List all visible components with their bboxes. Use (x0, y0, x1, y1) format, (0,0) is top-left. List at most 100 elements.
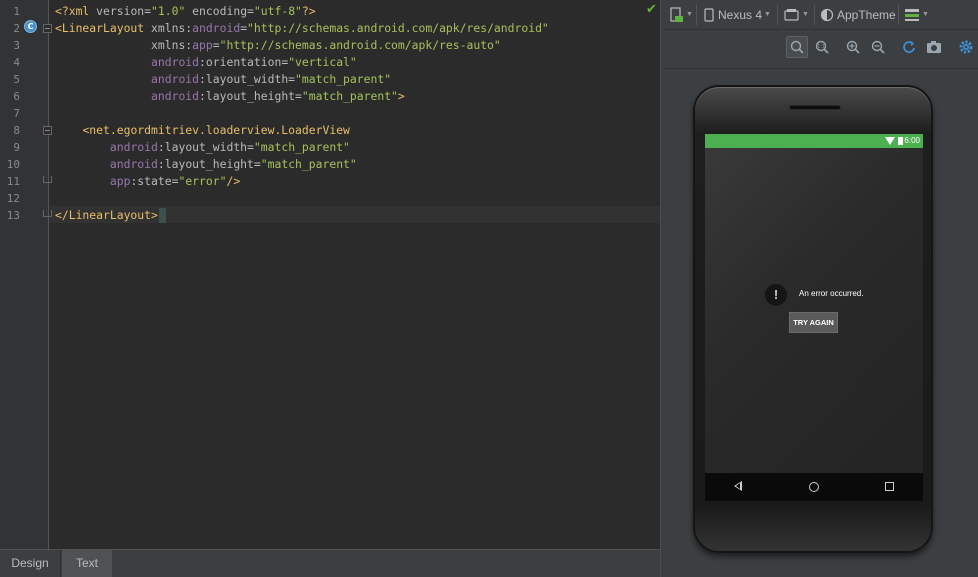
code-text[interactable]: android:layout_width="match_parent" (55, 71, 391, 88)
toolbar-separator (696, 5, 697, 25)
code-text[interactable]: app:state="error"/> (55, 173, 240, 190)
code-token: "utf-8" (253, 4, 302, 18)
code-token: :orientation= (199, 55, 289, 69)
try-again-button[interactable]: TRY AGAIN (789, 312, 838, 333)
code-token: ?> (301, 4, 316, 18)
code-token: "1.0" (151, 4, 186, 18)
code-text[interactable]: <LinearLayout xmlns:android="http://sche… (55, 20, 549, 37)
refresh-icon (903, 41, 915, 53)
code-line[interactable]: 6 android:layout_height="match_parent"> (0, 88, 660, 105)
code-token: :layout_height= (199, 89, 302, 103)
back-icon[interactable] (734, 481, 742, 491)
home-icon[interactable] (809, 482, 819, 492)
fold-end-icon[interactable] (43, 210, 52, 217)
layout-actions-select[interactable]: ▼ (904, 5, 929, 25)
zoom-out-button[interactable] (867, 36, 889, 58)
code-editor[interactable]: 1 <?xml version="1.0" encoding="utf-8"?> 2… (0, 0, 660, 549)
code-token: encoding= (185, 4, 254, 18)
device-select[interactable]: Nexus 4 ▼ (704, 5, 771, 25)
code-token: /> (226, 174, 241, 188)
code-token: android (151, 55, 200, 69)
code-text[interactable]: android:layout_width="match_parent" (55, 139, 350, 156)
toolbar-separator (898, 5, 899, 25)
line-number: 4 (13, 56, 20, 69)
code-token: "http://schemas.android.com/apk/res-auto… (219, 38, 501, 52)
code-line[interactable]: 5 android:layout_width="match_parent" (0, 71, 660, 88)
status-bar: 6:00 (705, 134, 923, 148)
line-number: 8 (13, 124, 20, 137)
code-token: xmlns: (151, 21, 193, 35)
code-text[interactable]: xmlns:app="http://schemas.android.com/ap… (55, 37, 501, 54)
code-line[interactable]: 3 xmlns:app="http://schemas.android.com/… (0, 37, 660, 54)
code-text[interactable]: android:layout_height="match_parent"> (55, 88, 405, 105)
screenshot-button[interactable] (923, 36, 945, 58)
code-line[interactable]: 12 (0, 190, 660, 207)
wifi-icon (885, 137, 895, 145)
zoom-in-icon (846, 40, 860, 54)
zoom-in-button[interactable] (842, 36, 864, 58)
code-line[interactable]: 2 <LinearLayout xmlns:android="http://sch… (0, 20, 660, 37)
code-token: :layout_width= (199, 72, 296, 86)
zoom-actual-button[interactable]: 1:1 (811, 36, 833, 58)
code-line[interactable]: 8 <net.egordmitriev.loaderview.LoaderVie… (0, 122, 660, 139)
rotate-device-icon (784, 9, 799, 21)
code-token: android (151, 72, 200, 86)
recents-icon[interactable] (885, 482, 894, 491)
code-text[interactable]: <net.egordmitriev.loaderview.LoaderView (55, 122, 349, 139)
code-token: "http://schemas.android.com/apk/res/andr… (247, 21, 549, 35)
code-line[interactable]: 9 android:layout_width="match_parent" (0, 139, 660, 156)
text-cursor (158, 208, 166, 223)
code-token: :state= (130, 174, 179, 188)
code-token: "match_parent" (301, 89, 398, 103)
layout-grid-icon (905, 9, 919, 21)
layout-preview-panel: ▼ Nexus 4 ▼ ▼ AppTheme ▼ 1:1 6:00 ! An e… (664, 0, 978, 577)
zoom-fit-icon (790, 40, 804, 54)
class-reference-icon[interactable]: C (24, 20, 37, 33)
status-time: 6:00 (904, 136, 920, 145)
code-text[interactable]: android:layout_height="match_parent" (55, 156, 357, 173)
code-line[interactable]: 11 app:state="error"/> (0, 173, 660, 190)
device-icon (704, 8, 714, 22)
tab-text[interactable]: Text (62, 550, 112, 577)
code-text[interactable]: android:orientation="vertical" (55, 54, 357, 71)
code-token: = (212, 38, 220, 52)
line-number: 10 (6, 158, 20, 171)
tab-design[interactable]: Design (0, 550, 61, 577)
zoom-to-fit-button[interactable] (786, 36, 808, 58)
code-token: xmlns: (151, 38, 193, 52)
line-number: 5 (13, 73, 20, 86)
line-number: 9 (13, 141, 20, 154)
fold-end-icon[interactable] (43, 176, 52, 183)
line-number: 13 (6, 209, 20, 222)
device-screen: 6:00 ! An error occurred. TRY AGAIN (705, 134, 923, 501)
editor-mode-tabs: Design Text (0, 549, 660, 577)
code-line[interactable]: 10 android:layout_height="match_parent" (0, 156, 660, 173)
refresh-button[interactable] (898, 36, 920, 58)
battery-icon (898, 137, 903, 145)
code-line[interactable]: 7 (0, 105, 660, 122)
fold-toggle-icon[interactable] (43, 24, 52, 33)
code-token: "match_parent" (295, 72, 392, 86)
file-config-icon (670, 7, 683, 22)
orientation-select[interactable]: ▼ (784, 5, 809, 25)
code-line[interactable]: 4 android:orientation="vertical" (0, 54, 660, 71)
code-line[interactable]: 13 </LinearLayout> (0, 207, 660, 224)
code-text[interactable]: <?xml version="1.0" encoding="utf-8"?> (55, 3, 316, 20)
fold-toggle-icon[interactable] (43, 126, 52, 135)
code-line[interactable]: 1 <?xml version="1.0" encoding="utf-8"?> (0, 3, 660, 20)
preview-toolbar: ▼ Nexus 4 ▼ ▼ AppTheme ▼ (664, 0, 978, 30)
code-token: android (192, 21, 241, 35)
config-select[interactable]: ▼ (670, 5, 693, 25)
code-token: version= (96, 4, 152, 18)
settings-button[interactable] (955, 36, 977, 58)
theme-select[interactable]: AppTheme (820, 5, 896, 25)
device-frame: 6:00 ! An error occurred. TRY AGAIN (693, 85, 933, 553)
code-text[interactable]: </LinearLayout> (55, 207, 166, 224)
gear-icon (959, 40, 973, 54)
line-number: 2 (13, 22, 20, 35)
